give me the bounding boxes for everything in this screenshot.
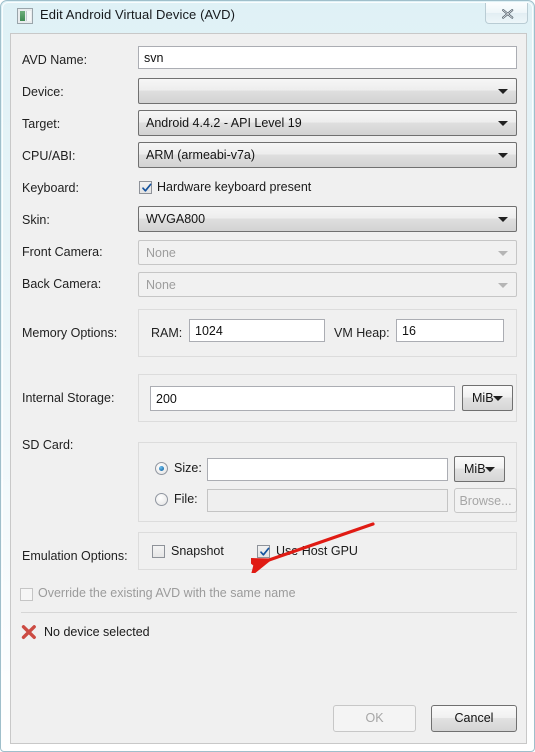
internal-storage-unit-combobox[interactable]: MiB [462,385,513,411]
target-label: Target: [22,117,61,131]
dialog-content: AVD Name: Device: Target: Android 4.4.2 … [10,33,527,744]
error-x-icon [21,625,36,639]
cpu-abi-label: CPU/ABI: [22,149,76,163]
avd-name-label: AVD Name: [22,53,88,67]
status-separator [21,612,517,613]
skin-combobox-value: WVGA800 [146,212,206,226]
sd-card-file-input[interactable] [207,489,448,512]
front-camera-combobox-value: None [146,246,176,260]
checkmark-icon [142,183,152,192]
ram-label: RAM: [151,326,183,340]
front-camera-label: Front Camera: [22,245,103,259]
override-existing-avd-label: Override the existing AVD with the same … [38,586,296,600]
status-row: No device selected [20,623,150,644]
back-camera-label: Back Camera: [22,277,102,291]
internal-storage-unit-value: MiB [472,391,494,405]
cancel-button[interactable]: Cancel [431,705,517,732]
internal-storage-label: Internal Storage: [22,391,115,405]
ram-input[interactable] [189,319,325,342]
cpu-abi-combobox[interactable]: ARM (armeabi-v7a) [138,142,517,168]
avd-window-icon [17,8,33,24]
snapshot-checkbox[interactable] [152,545,165,558]
status-message: No device selected [44,625,150,639]
close-button[interactable] [485,3,528,24]
hardware-keyboard-checkbox[interactable] [139,181,152,194]
keyboard-label: Keyboard: [22,181,79,195]
window-icon-left-bar [20,11,25,21]
ok-button[interactable]: OK [333,705,416,732]
chevron-down-icon [498,121,508,126]
avd-name-input[interactable] [138,46,517,69]
device-combobox[interactable] [138,78,517,104]
chevron-down-icon [498,89,508,94]
chevron-down-icon [485,467,495,472]
vm-heap-label: VM Heap: [334,326,390,340]
checkmark-icon [260,547,270,556]
sd-card-size-unit-combobox[interactable]: MiB [454,456,505,482]
memory-options-label: Memory Options: [22,326,118,340]
radio-selected-dot [159,466,164,471]
hardware-keyboard-label: Hardware keyboard present [157,180,312,194]
window-icon-right-bar [26,11,31,21]
skin-label: Skin: [22,213,50,227]
chevron-down-icon [498,153,508,158]
skin-combobox[interactable]: WVGA800 [138,206,517,232]
back-camera-combobox-value: None [146,278,176,292]
internal-storage-input[interactable] [150,386,455,411]
override-existing-avd-checkbox[interactable] [20,588,33,601]
sd-card-size-radio[interactable] [155,462,168,475]
sd-card-file-label: File: [174,492,198,506]
close-icon [502,9,514,19]
use-host-gpu-label: Use Host GPU [276,544,358,558]
chevron-down-icon [498,282,508,288]
use-host-gpu-checkbox[interactable] [257,545,270,558]
window-title: Edit Android Virtual Device (AVD) [40,7,236,22]
target-combobox[interactable]: Android 4.4.2 - API Level 19 [138,110,517,136]
avd-dialog-window: Edit Android Virtual Device (AVD) AVD Na… [0,0,535,752]
sd-card-size-label: Size: [174,461,202,475]
title-bar: Edit Android Virtual Device (AVD) [1,1,535,31]
back-camera-combobox[interactable]: None [138,272,517,297]
chevron-down-icon [498,250,508,256]
device-label: Device: [22,85,64,99]
target-combobox-value: Android 4.4.2 - API Level 19 [146,116,302,130]
chevron-down-icon [493,396,503,401]
snapshot-label: Snapshot [171,544,224,558]
front-camera-combobox[interactable]: None [138,240,517,265]
sd-card-size-input[interactable] [207,458,448,481]
chevron-down-icon [498,217,508,222]
cpu-abi-combobox-value: ARM (armeabi-v7a) [146,148,256,162]
vm-heap-input[interactable] [396,319,504,342]
sd-card-browse-button[interactable]: Browse... [454,488,517,513]
sd-card-size-unit-value: MiB [464,462,486,476]
sd-card-file-radio[interactable] [155,493,168,506]
emulation-options-label: Emulation Options: [22,549,128,563]
sd-card-label: SD Card: [22,438,74,452]
